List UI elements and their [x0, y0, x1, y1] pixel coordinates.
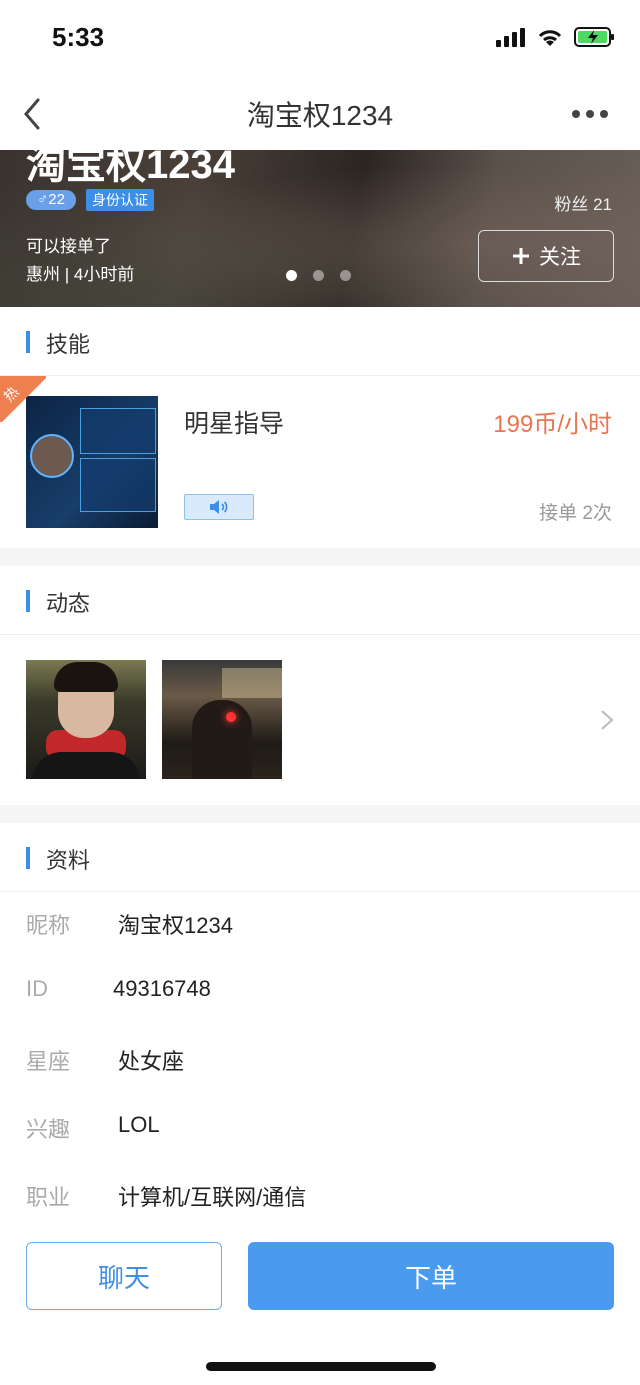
profile-label: 兴趣 [26, 1117, 71, 1142]
carousel-dot[interactable] [286, 270, 297, 281]
section-marker [26, 331, 30, 353]
profile-value: LOL [118, 1112, 160, 1137]
status-icons [496, 26, 616, 48]
skill-card[interactable]: 热 明星指导 199币/小时 接单 2次 [0, 376, 640, 548]
profile-value: 49316748 [113, 976, 211, 1001]
fans-count: 粉丝 21 [554, 195, 612, 214]
location-time: 惠州 | 4小时前 [26, 265, 135, 284]
photo-body [32, 752, 140, 779]
profile-row-interests: 兴趣 LOL [0, 1094, 640, 1162]
section-marker [26, 590, 30, 612]
section-title: 动态 [46, 591, 91, 616]
profile-hero-banner[interactable]: 淘宝权1234 ♂22 身份认证 粉丝 21 可以接单了 惠州 | 4小时前 关… [0, 150, 640, 307]
more-icon[interactable] [570, 102, 610, 126]
skill-image-text-panel [80, 458, 156, 512]
signal-icon [496, 28, 525, 47]
plus-icon [513, 248, 529, 264]
section-marker [26, 847, 30, 869]
profile-value: 计算机/互联网/通信 [118, 1185, 307, 1210]
photo-light [222, 668, 282, 698]
photo-person [192, 700, 252, 779]
hero-user-name: 淘宝权1234 [26, 150, 235, 187]
chat-button[interactable]: 聊天 [26, 1242, 222, 1310]
moments-row[interactable] [0, 635, 640, 805]
identity-verified-badge: 身份认证 [86, 189, 154, 211]
skills-section-header: 技能 [0, 307, 640, 376]
photo-phone-light [226, 712, 236, 722]
availability-status: 可以接单了 [26, 237, 111, 256]
place-order-button[interactable]: 下单 [248, 1242, 614, 1310]
hot-tag: 热 [0, 376, 46, 422]
profile-value: 处女座 [118, 1049, 185, 1074]
profile-row-occupation: 职业 计算机/互联网/通信 [0, 1162, 640, 1230]
carousel-dot[interactable] [340, 270, 351, 281]
gender-age-badge: ♂22 [26, 190, 76, 210]
section-title: 技能 [46, 332, 91, 357]
photo-hair [54, 662, 118, 692]
section-divider [0, 805, 640, 823]
profile-value: 淘宝权1234 [118, 913, 233, 938]
carousel-indicator [286, 270, 351, 281]
page-title: 淘宝权1234 [246, 100, 394, 131]
follow-button[interactable]: 关注 [478, 230, 614, 282]
profile-label: ID [26, 976, 48, 1001]
skill-name: 明星指导 [184, 410, 285, 438]
profile-section-header: 资料 [0, 823, 640, 892]
skill-price: 199币/小时 [493, 411, 612, 438]
speaker-icon [210, 500, 228, 514]
moments-section-header: 动态 [0, 566, 640, 635]
profile-label: 昵称 [26, 913, 71, 938]
profile-row-nickname: 昵称 淘宝权1234 [0, 890, 640, 958]
profile-row-id: ID 49316748 [0, 958, 640, 1026]
status-bar: 5:33 [0, 0, 640, 80]
wifi-icon [538, 30, 562, 46]
carousel-dot[interactable] [313, 270, 324, 281]
moment-photo[interactable] [26, 660, 146, 779]
navigation-bar: 淘宝权1234 [0, 80, 640, 150]
follow-label: 关注 [539, 246, 581, 269]
skill-image-avatar [30, 434, 74, 478]
home-indicator[interactable] [206, 1362, 436, 1371]
profile-label: 星座 [26, 1049, 71, 1074]
moment-photo[interactable] [162, 660, 282, 779]
battery-charging-icon [574, 27, 614, 47]
skill-image-info-panel [80, 408, 156, 454]
section-divider [0, 548, 640, 566]
profile-row-zodiac: 星座 处女座 [0, 1026, 640, 1094]
status-time: 5:33 [52, 22, 105, 52]
voice-intro-button[interactable] [184, 494, 254, 520]
profile-label: 职业 [26, 1185, 71, 1210]
chevron-right-icon[interactable] [600, 709, 614, 731]
section-title: 资料 [46, 848, 91, 873]
order-count: 接单 2次 [539, 503, 612, 524]
